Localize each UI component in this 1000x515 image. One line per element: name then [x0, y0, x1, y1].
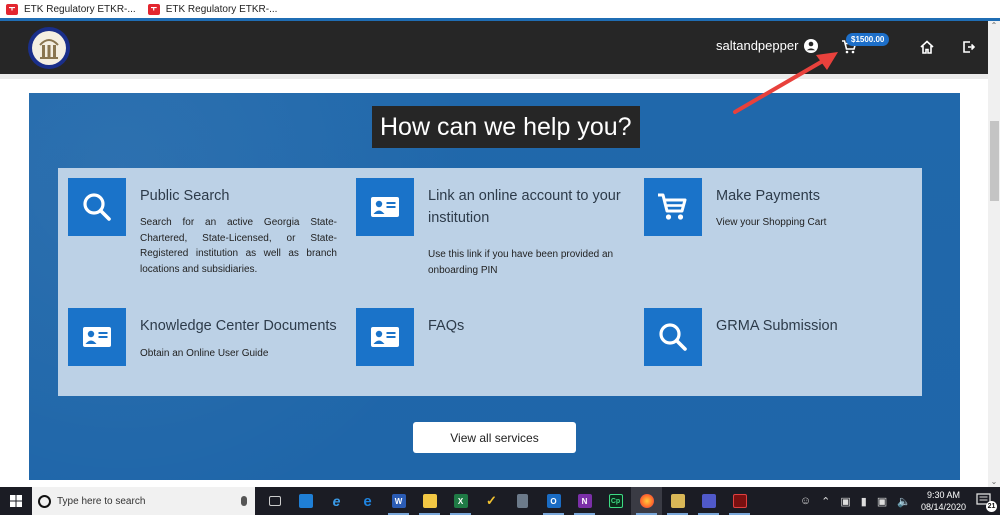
etk-favicon-icon [147, 3, 160, 15]
taskbar-calculator[interactable] [507, 487, 538, 515]
cart-total-badge[interactable]: $1500.00 [846, 33, 890, 46]
taskbar-norton[interactable]: ✓ [476, 487, 507, 515]
microphone-icon[interactable] [241, 496, 247, 506]
norton-check-icon: ✓ [486, 493, 497, 508]
file-manager-icon [670, 494, 685, 508]
acrobat-icon [732, 494, 747, 508]
knowledge-center-tile[interactable] [68, 308, 126, 366]
firefox-icon [639, 494, 654, 508]
help-hero-section: How can we help you? Public Search Searc… [29, 93, 960, 480]
card-title[interactable]: Knowledge Center Documents [140, 315, 350, 337]
taskbar-apps: e e W X ✓ O N Cp [259, 487, 755, 515]
network-icon[interactable]: ▣ [877, 495, 887, 508]
shopping-cart-icon [658, 193, 687, 220]
notification-count: 21 [986, 501, 997, 512]
page-scrollbar[interactable]: ⌃ ⌄ [988, 21, 1000, 487]
start-button[interactable] [0, 487, 32, 515]
card-title[interactable]: FAQs [428, 315, 638, 337]
card-title[interactable]: Make Payments [716, 185, 926, 207]
calculator-icon [517, 494, 528, 508]
security-alert-icon[interactable]: ▣ [840, 495, 850, 508]
taskbar-internet-explorer[interactable]: e [321, 487, 352, 515]
view-all-services-button[interactable]: View all services [413, 422, 576, 453]
scroll-thumb[interactable] [990, 121, 999, 201]
scroll-down-arrow-icon[interactable]: ⌄ [988, 477, 1000, 487]
taskbar-word[interactable]: W [383, 487, 414, 515]
user-menu[interactable]: saltandpepper [716, 38, 819, 53]
taskbar-edge[interactable]: e [352, 487, 383, 515]
volume-icon[interactable]: 🔈 [897, 495, 911, 508]
taskbar-people[interactable] [290, 487, 321, 515]
system-tray: ☺ ⌃ ▣ ▮ ▣ 🔈 9:30 AM 08/14/2020 21 [800, 487, 1000, 515]
georgia-seal-logo[interactable] [22, 25, 77, 71]
folder-icon [422, 494, 437, 508]
grma-submission-tile[interactable] [644, 308, 702, 366]
id-card-icon [371, 197, 399, 217]
taskbar-file-manager[interactable] [662, 487, 693, 515]
public-search-tile[interactable] [68, 178, 126, 236]
id-card-icon [83, 327, 111, 347]
card-title[interactable]: Link an online account to your instituti… [428, 185, 638, 229]
bookmarks-bar: ETK Regulatory ETKR-... ETK Regulatory E… [0, 0, 1000, 18]
battery-icon[interactable]: ▮ [861, 495, 867, 508]
bookmark-item[interactable]: ETK Regulatory ETKR-... [147, 3, 278, 15]
windows-logo-icon [10, 495, 22, 507]
account-circle-icon [804, 38, 819, 53]
clock-date: 08/14/2020 [920, 502, 966, 512]
people-icon [298, 494, 313, 508]
card-title[interactable]: GRMA Submission [716, 315, 926, 337]
card-description: Obtain an Online User Guide [140, 348, 269, 359]
action-center-button[interactable]: 21 [976, 492, 997, 512]
logout-icon[interactable] [962, 40, 976, 54]
teams-icon [701, 494, 716, 508]
search-icon [659, 323, 687, 351]
excel-icon: X [453, 494, 468, 508]
people-tray-icon[interactable]: ☺ [800, 495, 811, 507]
internet-explorer-icon: e [332, 493, 341, 509]
taskbar-teams[interactable] [693, 487, 724, 515]
system-clock[interactable]: 9:30 AM 08/14/2020 [921, 489, 966, 513]
bookmark-label: ETK Regulatory ETKR-... [165, 3, 278, 15]
show-hidden-icons-chevron-icon[interactable]: ⌃ [821, 495, 830, 508]
search-icon [83, 193, 111, 221]
search-placeholder: Type here to search [57, 495, 146, 507]
site-header: saltandpepper $1500.00 [0, 21, 988, 74]
bookmark-label: ETK Regulatory ETKR-... [24, 3, 136, 15]
header-divider [0, 74, 988, 79]
services-panel: Public Search Search for an active Georg… [58, 168, 922, 396]
captivate-icon: Cp [608, 494, 623, 508]
card-description: Use this link if you have been provided … [428, 249, 614, 276]
taskbar-file-explorer[interactable] [414, 487, 445, 515]
home-icon[interactable] [919, 39, 935, 55]
make-payments-tile[interactable] [644, 178, 702, 236]
card-title[interactable]: Public Search [140, 185, 350, 207]
card-description: Search for an active Georgia State-Chart… [140, 217, 337, 275]
faqs-tile[interactable] [356, 308, 414, 366]
taskbar-excel[interactable]: X [445, 487, 476, 515]
taskbar-onenote[interactable]: N [569, 487, 600, 515]
edge-icon: e [363, 492, 372, 510]
outlook-icon: O [546, 494, 561, 508]
taskbar-acrobat[interactable] [724, 487, 755, 515]
taskbar-firefox[interactable] [631, 487, 662, 515]
taskbar-outlook[interactable]: O [538, 487, 569, 515]
link-account-tile[interactable] [356, 178, 414, 236]
card-description: View your Shopping Cart [716, 217, 827, 228]
task-view-button[interactable] [259, 487, 290, 515]
word-icon: W [391, 494, 406, 508]
taskbar-captivate[interactable]: Cp [600, 487, 631, 515]
etk-favicon-icon [6, 3, 18, 15]
id-card-icon [371, 327, 399, 347]
onenote-icon: N [577, 494, 592, 508]
cortana-icon [38, 494, 51, 508]
windows-taskbar: Type here to search e e W X ✓ O N Cp ☺ ⌃… [0, 487, 1000, 515]
scroll-up-arrow-icon[interactable]: ⌃ [988, 21, 1000, 31]
clock-time: 9:30 AM [926, 490, 960, 500]
username: saltandpepper [716, 38, 799, 53]
task-view-icon [268, 496, 281, 506]
hero-title: How can we help you? [372, 106, 640, 148]
taskbar-search-input[interactable]: Type here to search [32, 487, 255, 515]
bookmark-item[interactable]: ETK Regulatory ETKR-... [6, 3, 136, 15]
